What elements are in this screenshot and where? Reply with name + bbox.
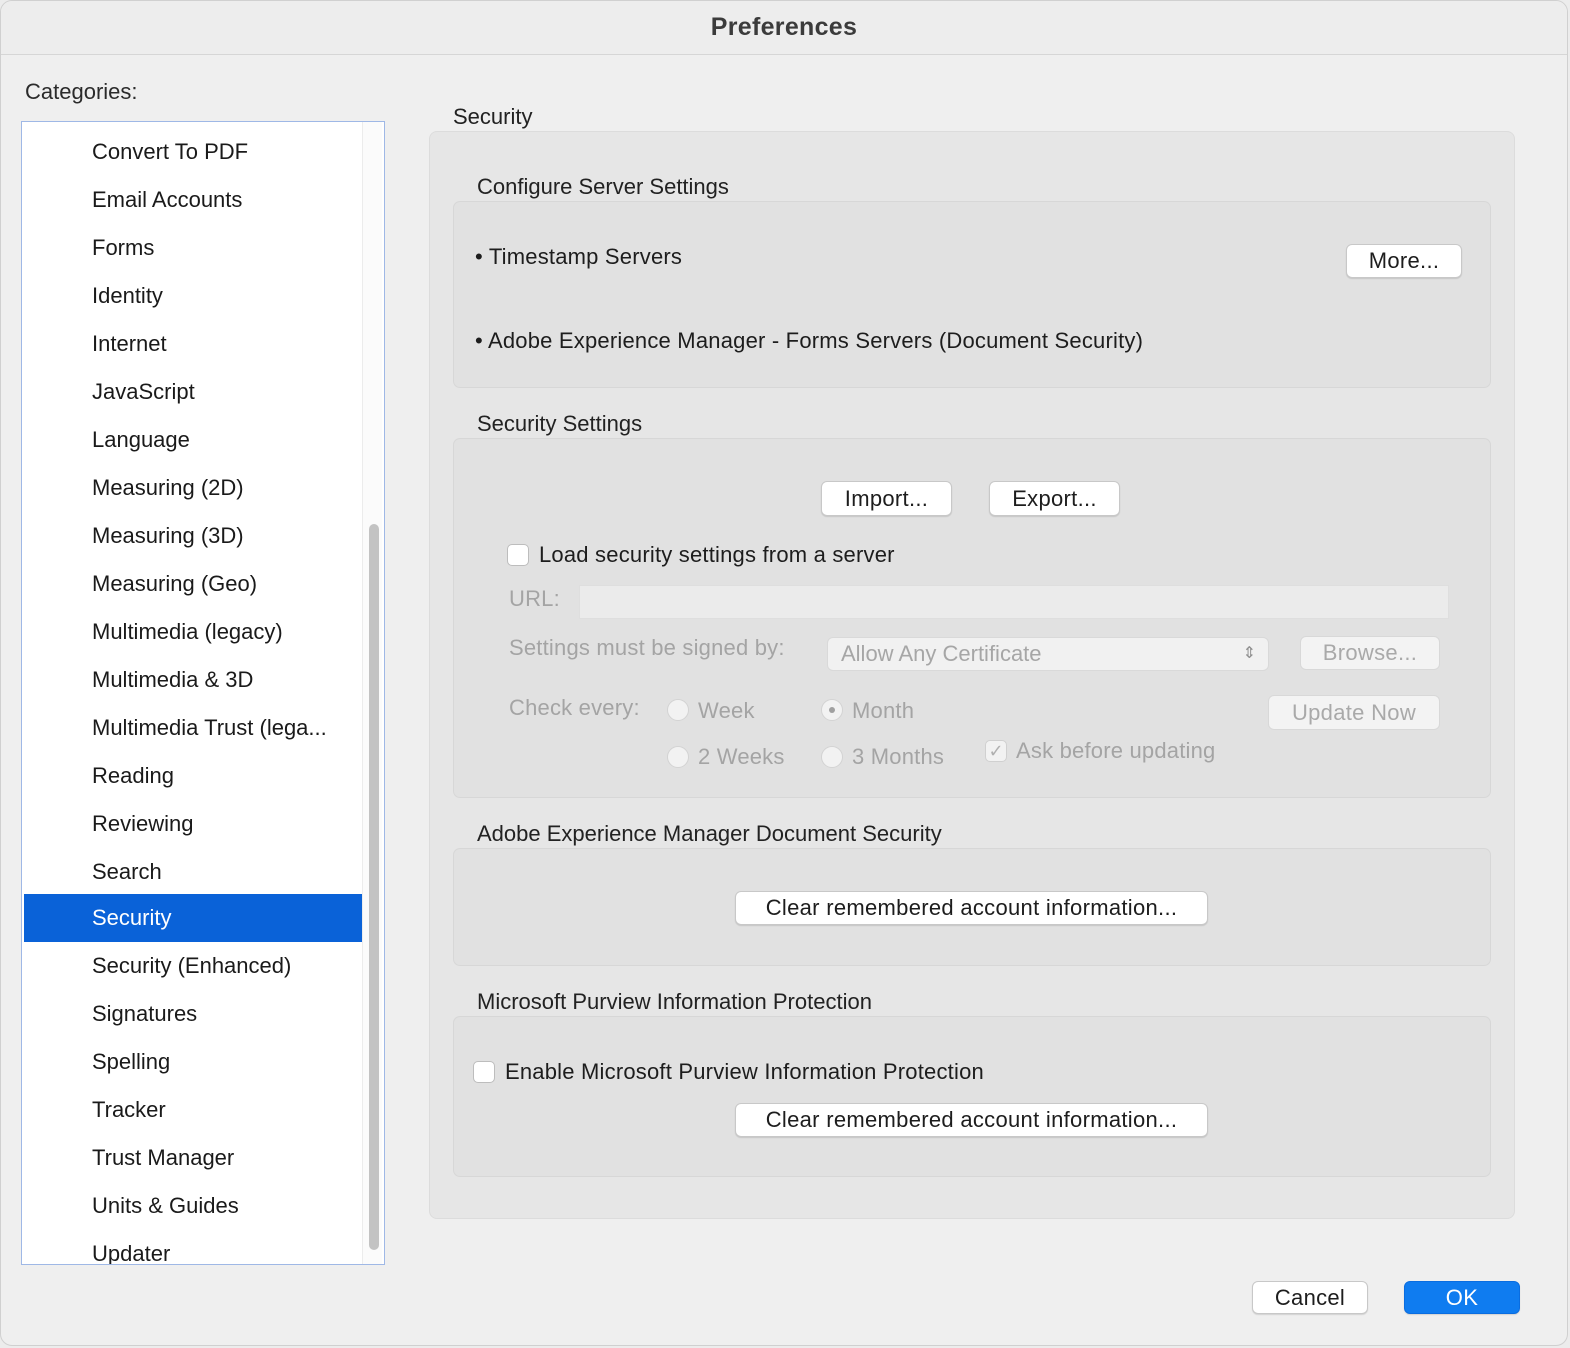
radio-month[interactable] (821, 699, 843, 721)
aem-security-title: Adobe Experience Manager Document Securi… (477, 821, 942, 846)
url-label: URL: (509, 586, 560, 611)
signed-by-value: Allow Any Certificate (841, 641, 1042, 666)
category-item[interactable]: Email Accounts (24, 176, 362, 224)
category-item[interactable]: Units & Guides (24, 1182, 362, 1230)
server-settings-title: Configure Server Settings (477, 174, 729, 199)
category-item[interactable]: Trust Manager (24, 1134, 362, 1182)
export-button[interactable]: Export... (989, 481, 1120, 516)
categories-scrollbar[interactable] (362, 122, 382, 1264)
purview-title: Microsoft Purview Information Protection (477, 989, 872, 1014)
ask-before-updating-checkbox[interactable]: ✓ (985, 740, 1007, 762)
checkmark-icon: ✓ (988, 740, 1004, 761)
radio-3months-label: 3 Months (852, 744, 945, 769)
aem-forms-servers-item[interactable]: • Adobe Experience Manager - Forms Serve… (475, 328, 1143, 354)
more-button[interactable]: More... (1346, 244, 1462, 278)
category-item[interactable]: Identity (24, 272, 362, 320)
category-item[interactable]: Spelling (24, 1038, 362, 1086)
category-item[interactable]: Signatures (24, 990, 362, 1038)
scrollbar-thumb[interactable] (369, 524, 379, 1250)
purview-group (453, 1016, 1491, 1177)
category-item[interactable]: Updater (24, 1230, 362, 1264)
server-settings-group (453, 201, 1491, 388)
category-item[interactable]: JavaScript (24, 368, 362, 416)
preferences-window: Preferences Categories: Convert To PDF E… (0, 0, 1568, 1346)
ask-before-updating-label: Ask before updating (1016, 738, 1216, 763)
cancel-button[interactable]: Cancel (1252, 1281, 1368, 1314)
window-title: Preferences (710, 13, 858, 41)
radio-week[interactable] (667, 699, 689, 721)
radio-week-label: Week (698, 698, 755, 723)
page-title: Security (453, 104, 533, 129)
check-every-label: Check every: (509, 695, 640, 720)
enable-purview-label: Enable Microsoft Purview Information Pro… (505, 1059, 984, 1084)
timestamp-servers-item[interactable]: • Timestamp Servers (475, 244, 682, 270)
ok-button[interactable]: OK (1404, 1281, 1520, 1314)
category-item[interactable]: Tracker (24, 1086, 362, 1134)
category-item[interactable]: Multimedia Trust (lega... (24, 704, 362, 752)
category-item[interactable]: Language (24, 416, 362, 464)
load-from-server-label: Load security settings from a server (539, 542, 895, 567)
chevron-updown-icon: ⇕ (1242, 645, 1256, 662)
aem-clear-account-button[interactable]: Clear remembered account information... (735, 891, 1208, 925)
url-input[interactable] (579, 585, 1449, 619)
category-item[interactable]: Measuring (2D) (24, 464, 362, 512)
enable-purview-checkbox[interactable] (473, 1061, 495, 1083)
signed-by-select[interactable]: Allow Any Certificate ⇕ (827, 637, 1269, 671)
radio-month-label: Month (852, 698, 915, 723)
category-item[interactable]: Measuring (Geo) (24, 560, 362, 608)
category-item[interactable]: Search (24, 848, 362, 896)
radio-3months[interactable] (821, 746, 843, 768)
security-settings-title: Security Settings (477, 411, 643, 436)
category-item-selected[interactable]: Security (24, 894, 362, 942)
title-bar: Preferences (1, 1, 1567, 55)
category-item[interactable]: Forms (24, 224, 362, 272)
import-button[interactable]: Import... (821, 481, 952, 516)
category-item[interactable]: Convert To PDF (24, 128, 362, 176)
purview-clear-account-button[interactable]: Clear remembered account information... (735, 1103, 1208, 1137)
load-from-server-checkbox[interactable] (507, 544, 529, 566)
category-item[interactable]: Multimedia & 3D (24, 656, 362, 704)
signed-by-label: Settings must be signed by: (509, 635, 785, 660)
categories-list[interactable]: Convert To PDF Email Accounts Forms Iden… (21, 121, 385, 1265)
radio-2weeks-label: 2 Weeks (698, 744, 785, 769)
category-item[interactable]: Reviewing (24, 800, 362, 848)
category-item[interactable]: Internet (24, 320, 362, 368)
category-item[interactable]: Reading (24, 752, 362, 800)
category-item[interactable]: Multimedia (legacy) (24, 608, 362, 656)
category-item[interactable]: Security (Enhanced) (24, 942, 362, 990)
radio-2weeks[interactable] (667, 746, 689, 768)
category-item[interactable]: Measuring (3D) (24, 512, 362, 560)
browse-button[interactable]: Browse... (1300, 636, 1440, 670)
update-now-button[interactable]: Update Now (1268, 695, 1440, 730)
categories-label: Categories: (25, 79, 138, 104)
